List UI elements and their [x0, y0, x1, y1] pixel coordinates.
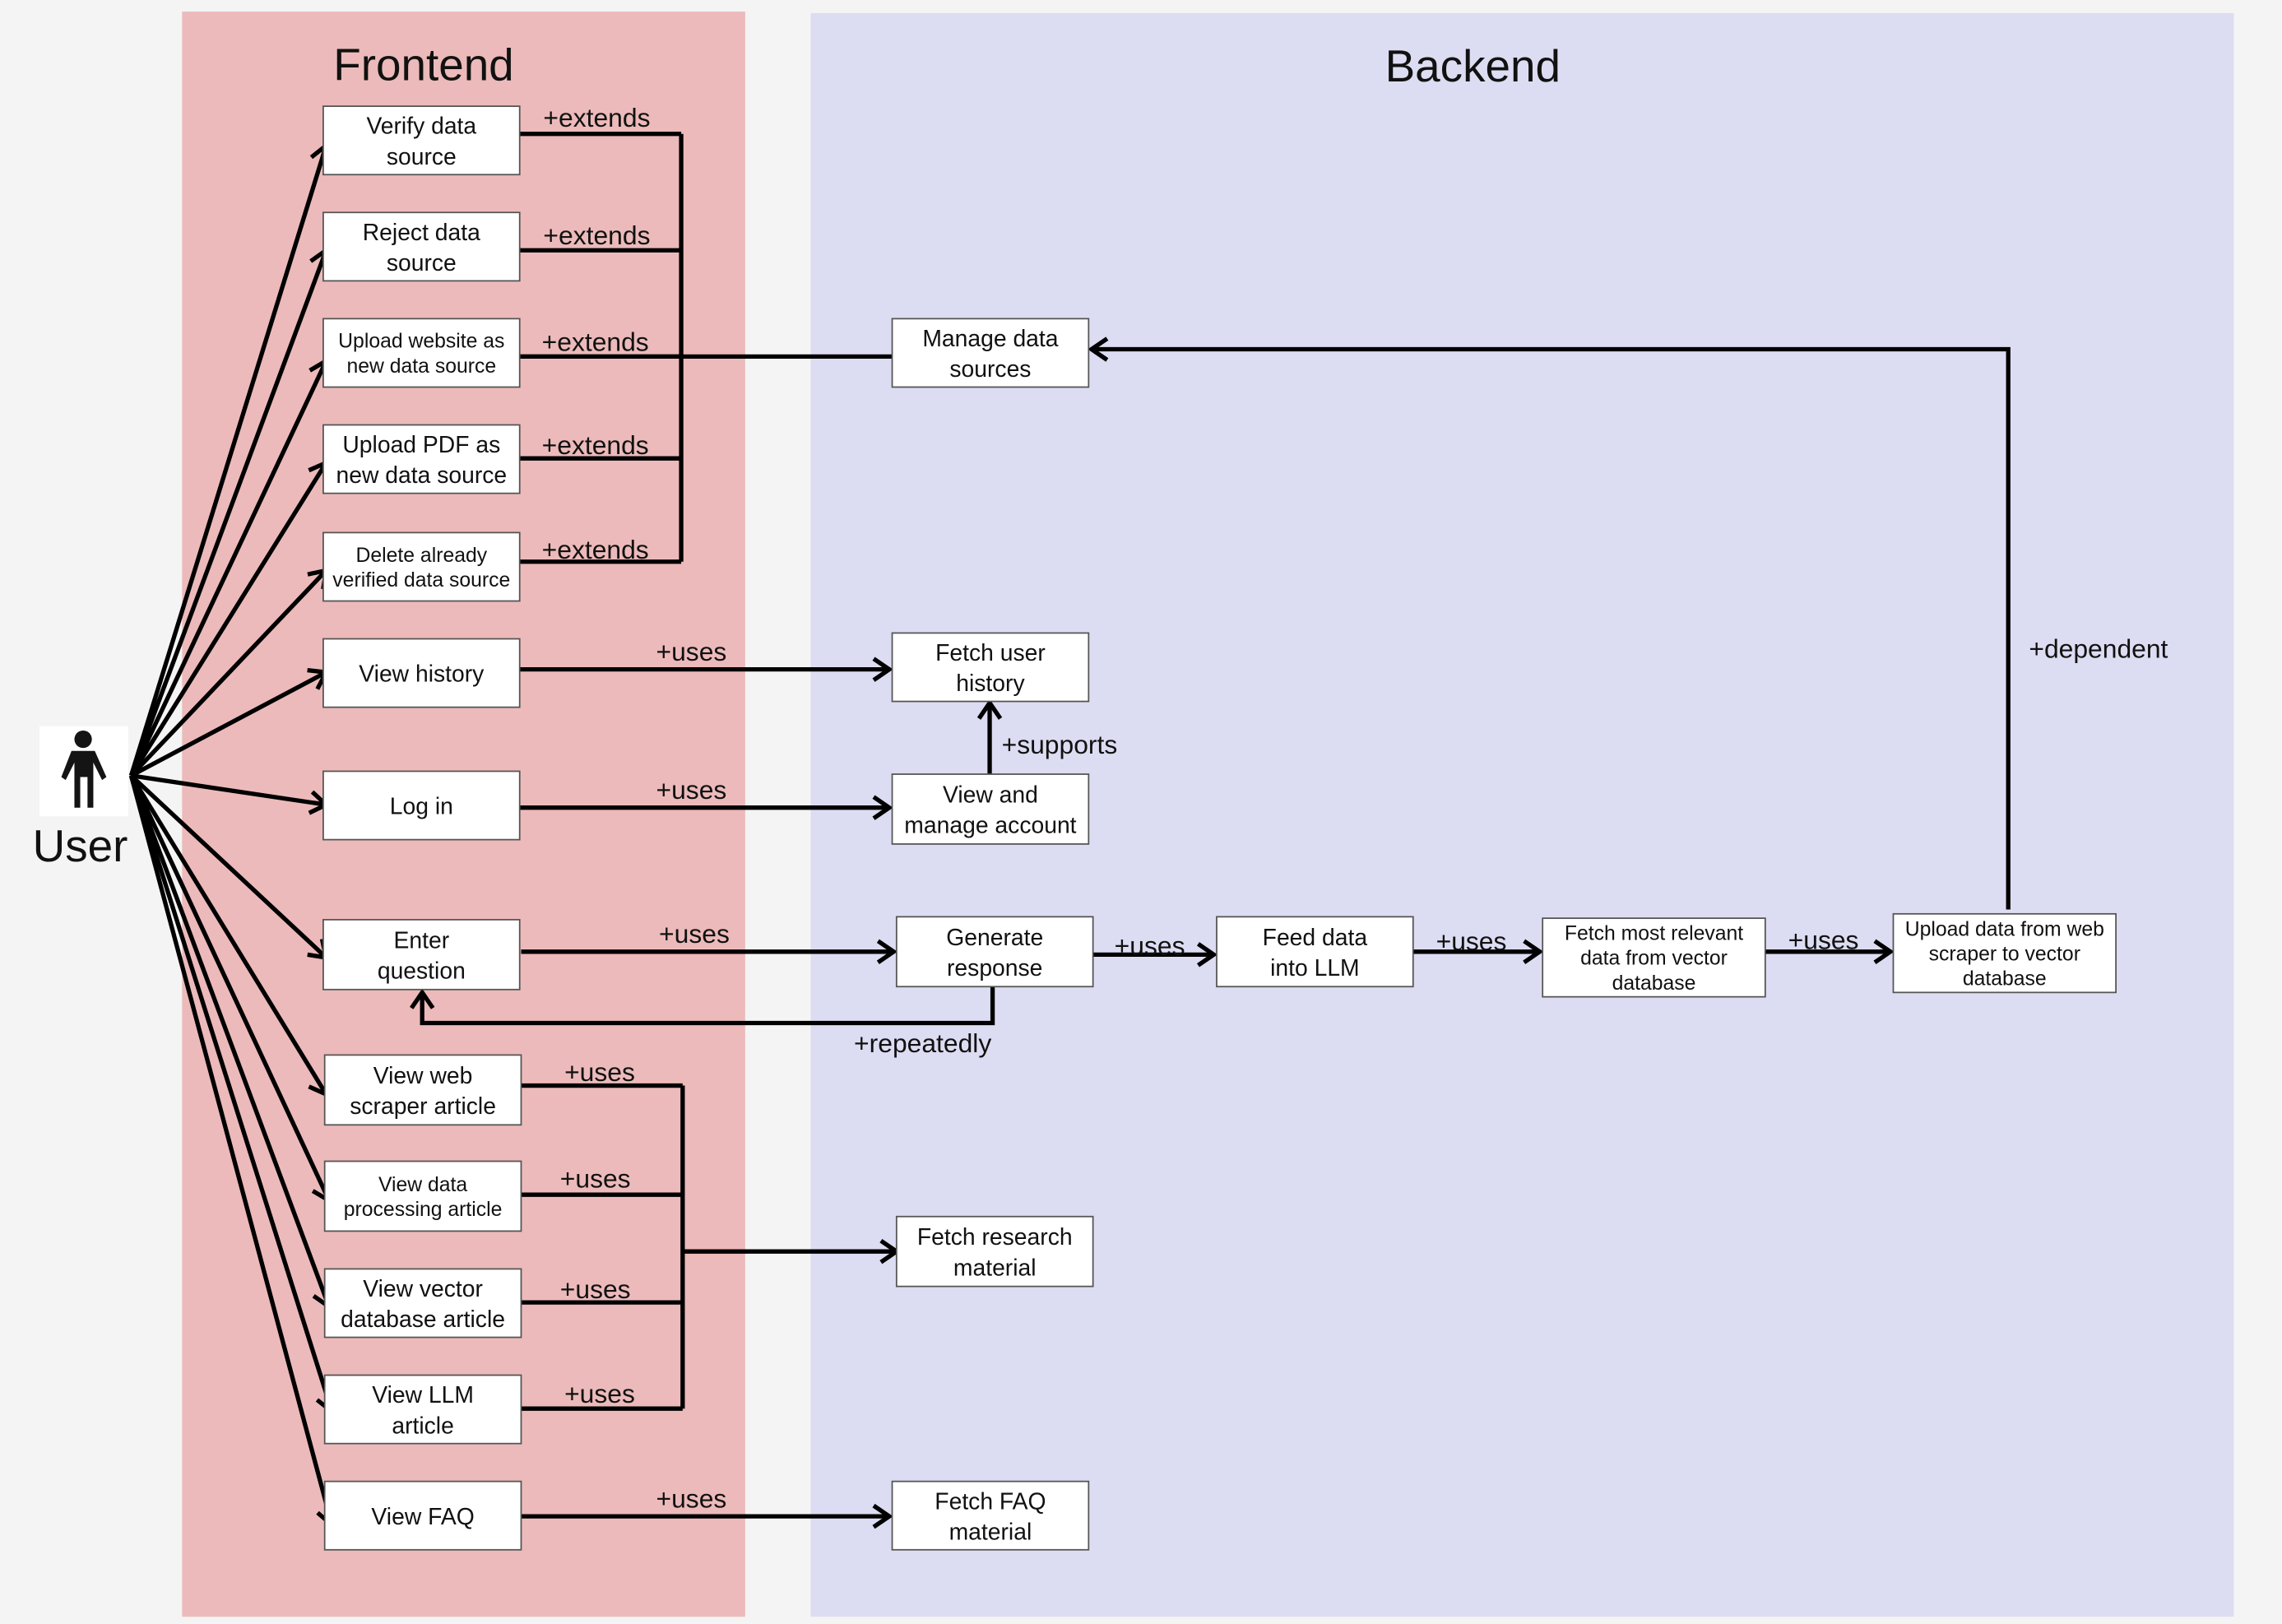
- relation-label-uses: +uses: [656, 637, 727, 666]
- label-line: new data source: [347, 355, 497, 378]
- relation-label-uses: +uses: [656, 1483, 727, 1513]
- label-line: View LLM: [372, 1381, 474, 1408]
- label-line: View data: [378, 1174, 467, 1196]
- label-line: response: [947, 954, 1042, 981]
- label-line: Feed data: [1263, 924, 1368, 950]
- label-line: new data source: [336, 462, 507, 488]
- use-case-fetch-relevant[interactable]: Fetch most relevant data from vector datab…: [1542, 917, 1766, 998]
- label-line: database: [1963, 967, 2047, 990]
- use-case-upload-website[interactable]: Upload website as new data source: [322, 318, 521, 388]
- label-line: Fetch user: [935, 639, 1046, 666]
- relation-label-extends: +extends: [543, 103, 650, 132]
- use-case-view-data-processing[interactable]: View data processing article: [323, 1160, 522, 1232]
- use-case-manage-data-sources[interactable]: Manage data sources: [891, 318, 1090, 388]
- label-line: history: [956, 670, 1025, 696]
- use-case-label: View history: [359, 661, 485, 687]
- actor-user[interactable]: User: [33, 726, 128, 872]
- label-line: source: [387, 143, 457, 169]
- relation-label-supports: +supports: [1002, 730, 1118, 759]
- use-case-enter-question[interactable]: Enter question: [322, 919, 521, 991]
- relation-label-extends: +extends: [542, 535, 649, 564]
- use-case-log-in[interactable]: Log in: [322, 770, 521, 841]
- label-line: View and: [943, 782, 1038, 808]
- relation-label-uses: +uses: [1436, 926, 1507, 956]
- label-line: material: [949, 1518, 1032, 1544]
- label-line: View web: [373, 1062, 473, 1088]
- label-line: Upload PDF as: [342, 431, 500, 457]
- use-case-fetch-faq[interactable]: Fetch FAQ material: [891, 1480, 1090, 1551]
- label-line: article: [392, 1412, 453, 1438]
- label-line: Upload data from web: [1905, 918, 2104, 940]
- label-line: verified data source: [332, 569, 510, 592]
- use-case-verify[interactable]: Verify data source: [322, 105, 521, 176]
- backend-title: Backend: [1385, 40, 1561, 91]
- label-line: processing article: [344, 1199, 503, 1221]
- relation-label-repeatedly: +repeatedly: [854, 1028, 991, 1058]
- relation-label-uses: +uses: [1788, 925, 1859, 954]
- label-line: View history: [359, 661, 485, 687]
- use-case-label: View FAQ: [371, 1503, 474, 1529]
- label-line: Fetch most relevant: [1565, 923, 1743, 945]
- label-line: Generate: [946, 924, 1043, 950]
- label-line: manage account: [904, 812, 1076, 838]
- relation-label-dependent: +dependent: [2029, 634, 2168, 664]
- label-line: scraper article: [350, 1093, 496, 1119]
- use-case-generate-response[interactable]: Generate response: [895, 916, 1094, 988]
- label-line: Enter: [393, 926, 449, 953]
- label-line: Delete already: [356, 545, 488, 567]
- label-line: Upload website as: [338, 331, 504, 353]
- label-line: scraper to vector: [1929, 943, 2080, 965]
- use-case-view-llm[interactable]: View LLM article: [323, 1374, 522, 1445]
- use-case-upload-pdf[interactable]: Upload PDF as new data source: [322, 424, 521, 494]
- label-line: Fetch research: [917, 1223, 1073, 1250]
- label-line: Log in: [390, 793, 453, 819]
- use-case-fetch-user-history[interactable]: Fetch user history: [891, 632, 1090, 703]
- label-line: into LLM: [1270, 954, 1360, 981]
- relation-label-uses: +uses: [656, 775, 727, 805]
- relation-label-extends: +extends: [542, 327, 649, 356]
- use-case-fetch-research[interactable]: Fetch research material: [895, 1215, 1094, 1288]
- label-line: question: [378, 958, 466, 984]
- relation-label-uses: +uses: [564, 1379, 635, 1408]
- relation-label-uses: +uses: [564, 1057, 635, 1087]
- label-line: material: [953, 1254, 1037, 1280]
- label-line: View FAQ: [371, 1503, 474, 1529]
- use-case-feed-llm[interactable]: Feed data into LLM: [1216, 916, 1414, 988]
- label-line: sources: [949, 355, 1031, 382]
- label-line: database: [1612, 972, 1696, 995]
- label-line: View vector: [363, 1275, 483, 1302]
- relation-label-extends: +extends: [542, 430, 649, 460]
- label-line: Fetch FAQ: [935, 1487, 1046, 1514]
- label-line: data from vector: [1580, 948, 1728, 970]
- relation-label-uses: +uses: [659, 919, 730, 949]
- relation-label-extends: +extends: [543, 220, 650, 250]
- use-case-diagram: Frontend Backend User +extends +extends +e…: [0, 0, 2282, 1624]
- use-case-view-faq[interactable]: View FAQ: [323, 1480, 522, 1551]
- use-case-label: Log in: [390, 793, 453, 819]
- label-line: Manage data: [922, 325, 1058, 351]
- relation-label-uses: +uses: [560, 1274, 631, 1304]
- use-case-view-vector[interactable]: View vector database article: [323, 1268, 522, 1339]
- use-case-view-manage-account[interactable]: View and manage account: [891, 773, 1090, 845]
- relation-label-uses: +uses: [560, 1163, 631, 1193]
- actor-label: User: [33, 820, 128, 871]
- label-line: Verify data: [366, 113, 476, 139]
- label-line: Reject data: [363, 219, 480, 245]
- label-line: source: [387, 249, 457, 276]
- label-line: database article: [341, 1306, 505, 1332]
- frontend-title: Frontend: [333, 39, 513, 90]
- use-case-reject[interactable]: Reject data source: [322, 211, 521, 282]
- use-case-view-history[interactable]: View history: [322, 638, 521, 708]
- use-case-delete[interactable]: Delete already verified data source: [322, 531, 521, 602]
- use-case-upload-scraper[interactable]: Upload data from web scraper to vector dat…: [1892, 912, 2117, 994]
- relation-label-uses: +uses: [1115, 930, 1185, 960]
- use-case-view-web-scraper[interactable]: View web scraper article: [323, 1054, 522, 1126]
